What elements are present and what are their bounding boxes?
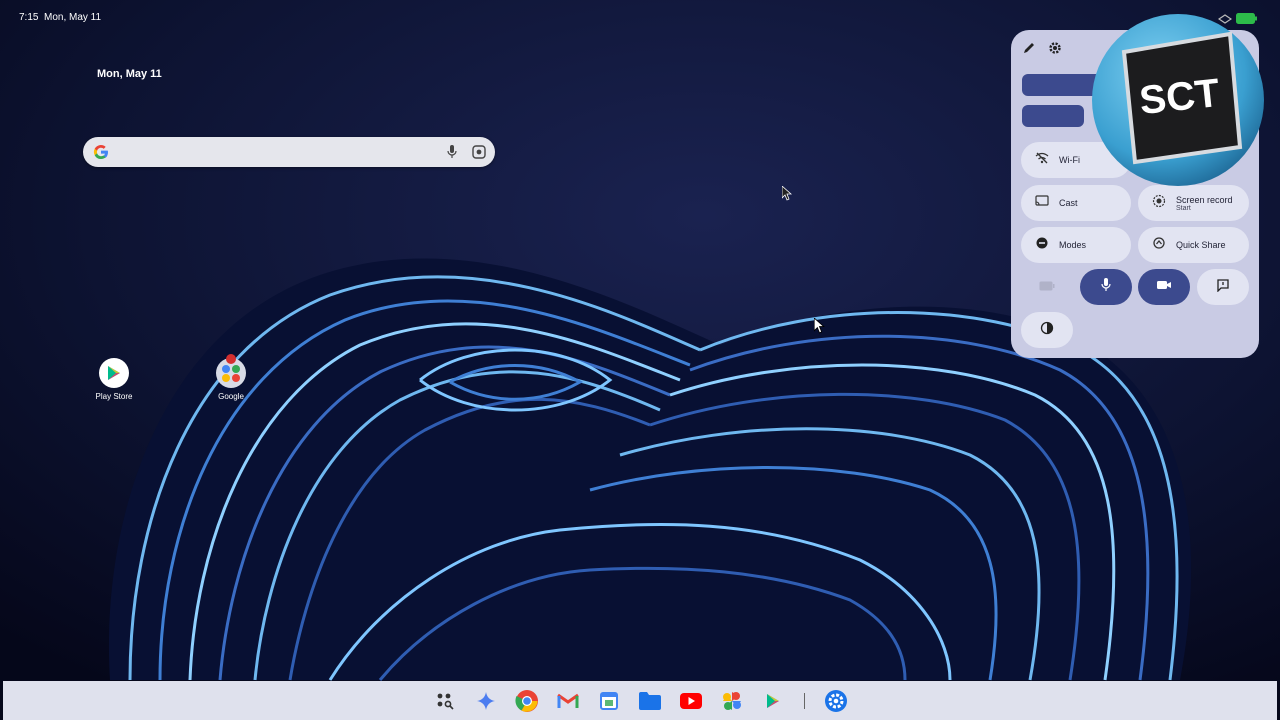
tile-title: Screen record (1176, 194, 1233, 205)
edit-icon[interactable] (1021, 40, 1037, 61)
gmail-icon[interactable] (554, 687, 582, 715)
tile-feedback[interactable] (1197, 269, 1249, 305)
sct-logo: SCT (1090, 12, 1266, 188)
settings-icon[interactable] (822, 687, 850, 715)
files-icon[interactable] (636, 687, 664, 715)
dock-separator (804, 693, 805, 709)
status-date: Mon, May 11 (44, 12, 102, 23)
quick-settings-header (1021, 40, 1063, 61)
volume-slider[interactable] (1022, 105, 1084, 127)
voice-search-icon[interactable] (446, 144, 458, 165)
status-time: 7:15 (19, 12, 39, 23)
desktop-app-label: Google (218, 392, 244, 401)
tile-contrast[interactable] (1021, 312, 1073, 348)
tile-microphone[interactable] (1080, 269, 1132, 305)
tile-cast[interactable]: Cast (1021, 185, 1131, 221)
wifi-off-icon (1035, 151, 1049, 169)
feedback-icon (1216, 278, 1230, 297)
tile-label: Modes (1059, 240, 1087, 250)
photos-icon[interactable] (718, 687, 746, 715)
tile-label: Wi-Fi (1059, 155, 1080, 165)
google-g-icon (91, 142, 111, 167)
tile-label: Quick Share (1176, 240, 1226, 250)
play-store-icon[interactable] (759, 687, 787, 715)
quick-share-icon (1152, 236, 1166, 255)
tile-quick-share[interactable]: Quick Share (1138, 227, 1249, 263)
mouse-cursor-icon (814, 318, 825, 334)
desktop-app-play-store[interactable]: Play Store (84, 358, 144, 401)
desktop-app-label: Play Store (95, 392, 133, 401)
app-launcher-icon[interactable] (431, 687, 459, 715)
camera-icon (1156, 278, 1172, 296)
battery-saver-icon (1039, 278, 1055, 296)
cast-icon (1035, 194, 1049, 212)
contrast-icon (1040, 321, 1054, 340)
tile-modes[interactable]: Modes (1021, 227, 1131, 263)
sct-logo-text: SCT (1137, 71, 1221, 123)
screen-record-icon (1152, 194, 1166, 213)
mouse-cursor-icon (782, 186, 792, 201)
gear-icon[interactable] (1047, 40, 1063, 61)
google-folder-icon (216, 354, 246, 388)
search-bar[interactable] (83, 137, 495, 167)
tile-screen-record[interactable]: Screen record Start (1138, 185, 1249, 221)
gemini-icon[interactable] (472, 687, 500, 715)
modes-icon (1035, 236, 1049, 255)
youtube-icon[interactable] (677, 687, 705, 715)
dock (431, 687, 850, 715)
tile-subtitle: Start (1176, 204, 1191, 212)
notification-badge (226, 354, 236, 364)
lens-icon[interactable] (471, 144, 487, 165)
calendar-icon[interactable] (595, 687, 623, 715)
tile-label: Screen record Start (1176, 195, 1233, 212)
desktop-app-google[interactable]: Google (201, 354, 261, 401)
tile-battery-saver[interactable] (1021, 269, 1073, 305)
date-widget[interactable]: Mon, May 11 (97, 68, 162, 80)
status-bar: 7:15 Mon, May 11 (0, 0, 1280, 34)
tile-label: Cast (1059, 198, 1078, 208)
taskbar (3, 681, 1277, 720)
play-store-icon (99, 358, 129, 388)
chrome-icon[interactable] (513, 687, 541, 715)
tile-camera[interactable] (1138, 269, 1190, 305)
mic-icon (1100, 277, 1112, 298)
